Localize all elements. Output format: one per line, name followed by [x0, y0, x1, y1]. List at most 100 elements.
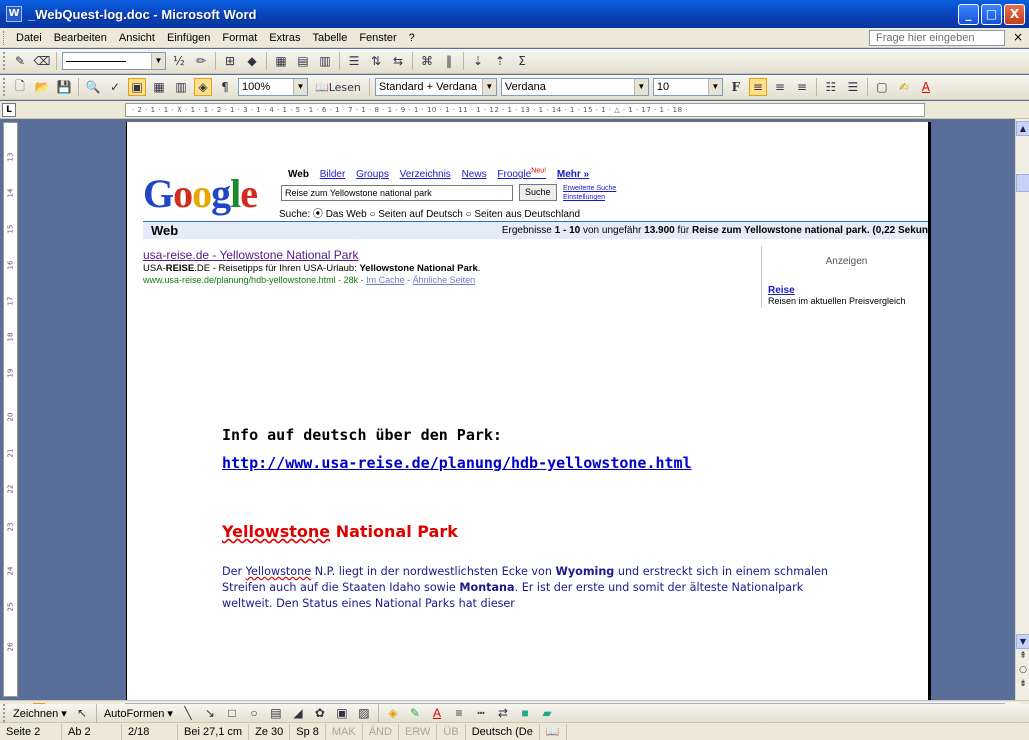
draw-table-icon[interactable]: ✎ [11, 52, 29, 70]
read-button[interactable]: 📖 Lesen [312, 78, 364, 96]
status-erw[interactable]: ERW [399, 723, 438, 740]
line-style-combo[interactable]: ▼ [62, 52, 166, 70]
line-icon[interactable]: ╲ [179, 704, 197, 722]
menu-datei[interactable]: Datei [10, 32, 48, 44]
scroll-thumb[interactable] [1016, 174, 1029, 192]
minimize-button[interactable]: _ [958, 4, 979, 25]
help-search-input[interactable]: Frage hier eingeben [869, 30, 1005, 46]
draw-menu[interactable]: Zeichnen ▾ [9, 707, 71, 720]
line-style-icon[interactable]: ≡ [450, 704, 468, 722]
sort-desc-icon[interactable]: ⇡ [491, 52, 509, 70]
line-weight-button[interactable]: ½ [170, 52, 188, 70]
menu-einfuegen[interactable]: Einfügen [161, 32, 216, 44]
select-objects-icon[interactable]: ↖ [73, 704, 91, 722]
text-direction-icon[interactable]: ‖ [440, 52, 458, 70]
line-color-icon[interactable]: ✎ [406, 704, 424, 722]
status-mak[interactable]: MAK [326, 723, 363, 740]
columns-icon[interactable]: ▥ [172, 78, 190, 96]
distribute-rows-icon[interactable]: ⇅ [367, 52, 385, 70]
shading-icon[interactable]: ◆ [243, 52, 261, 70]
insert-table-std-icon[interactable]: ▦ [150, 78, 168, 96]
menu-format[interactable]: Format [216, 32, 263, 44]
doc-close-icon[interactable]: × [1013, 30, 1023, 44]
menu-tabelle[interactable]: Tabelle [306, 32, 353, 44]
align-left-icon[interactable]: ≡ [748, 78, 767, 96]
menu-extras[interactable]: Extras [263, 32, 306, 44]
toolbar-grip[interactable] [3, 52, 6, 70]
next-page-icon[interactable]: ⇟ [1016, 679, 1029, 693]
show-formatting-icon[interactable]: ¶ [216, 78, 234, 96]
close-button[interactable]: X [1004, 4, 1025, 25]
tab-selector[interactable]: L [2, 103, 16, 117]
arrow-style-icon[interactable]: ⇄ [494, 704, 512, 722]
open-folder-icon[interactable]: 📂 [33, 78, 51, 96]
menu-fenster[interactable]: Fenster [353, 32, 402, 44]
menu-ansicht[interactable]: Ansicht [113, 32, 161, 44]
menu-help[interactable]: ? [403, 32, 421, 44]
yellowstone-link[interactable]: http://www.usa-reise.de/planung/hdb-yell… [222, 454, 692, 472]
prev-page-icon[interactable]: ⇞ [1016, 651, 1029, 665]
outside-border-icon[interactable]: ▢ [873, 78, 891, 96]
oval-icon[interactable]: ○ [245, 704, 263, 722]
autoformat-icon[interactable]: ⌘ [418, 52, 436, 70]
menu-grip[interactable] [3, 30, 6, 45]
print-preview-icon[interactable]: 🔍 [84, 78, 102, 96]
status-language[interactable]: Deutsch (De [466, 723, 540, 740]
distribute-cols-icon[interactable]: ⇆ [389, 52, 407, 70]
textbox-icon[interactable]: ▤ [267, 704, 285, 722]
align-icon[interactable]: ☰ [345, 52, 363, 70]
border-color-icon[interactable]: ✏ [192, 52, 210, 70]
scroll-up-icon[interactable]: ▲ [1016, 121, 1029, 136]
spelling-icon[interactable]: ✓ [106, 78, 124, 96]
toolbar-grip[interactable] [3, 78, 6, 96]
fill-color-icon[interactable]: ◈ [384, 704, 402, 722]
save-icon[interactable]: 💾 [55, 78, 73, 96]
google-screenshot-image[interactable]: Google Web Bilder Groups Verzeichnis New… [133, 158, 930, 308]
browse-object-icon[interactable]: ○ [1016, 665, 1029, 679]
autosum-icon[interactable]: Σ [513, 52, 531, 70]
align-center-icon[interactable]: ≡ [771, 78, 789, 96]
body-paragraph[interactable]: Der Yellowstone N.P. liegt in der nordwe… [222, 564, 842, 612]
word-app-icon[interactable]: W [6, 6, 22, 22]
insert-table-icon[interactable]: ▦ [272, 52, 290, 70]
spelling-status-icon[interactable]: 📖 [540, 723, 567, 740]
style-combo[interactable]: Standard + Verdana ▼ [374, 78, 497, 96]
bullets-icon[interactable]: ☰ [844, 78, 862, 96]
align-right-icon[interactable]: ≡ [793, 78, 811, 96]
new-doc-icon[interactable]: 🗋 [11, 78, 29, 96]
font-color-draw-icon[interactable]: A [428, 704, 446, 722]
font-combo[interactable]: Verdana ▼ [500, 78, 649, 96]
document-page[interactable]: Google Web Bilder Groups Verzeichnis New… [126, 122, 930, 700]
document-workspace[interactable]: Google Web Bilder Groups Verzeichnis New… [20, 122, 1015, 700]
shadow-icon[interactable]: ■ [516, 704, 534, 722]
bold-button[interactable]: F [727, 78, 745, 96]
autoshapes-menu[interactable]: AutoFormen ▾ [100, 707, 177, 720]
arrow-icon[interactable]: ↘ [201, 704, 219, 722]
zoom-combo[interactable]: 100% ▼ [238, 78, 308, 96]
tables-borders-icon[interactable]: ▣ [128, 78, 146, 96]
split-cells-icon[interactable]: ▥ [316, 52, 334, 70]
3d-icon[interactable]: ▰ [538, 704, 556, 722]
maximize-button[interactable]: □ [981, 4, 1002, 25]
eraser-icon[interactable]: ⌫ [33, 52, 51, 70]
borders-icon[interactable]: ⊞ [221, 52, 239, 70]
wordart-icon[interactable]: ◢ [289, 704, 307, 722]
menu-bearbeiten[interactable]: Bearbeiten [48, 32, 113, 44]
horizontal-ruler[interactable]: · 2 · 1 · 1 · ⊼ · 1 · 1 · 2 · 1 · 3 · 1 … [125, 103, 925, 117]
dash-style-icon[interactable]: ┅ [472, 704, 490, 722]
picture-icon[interactable]: ▨ [355, 704, 373, 722]
font-size-combo[interactable]: 10 ▼ [652, 78, 723, 96]
sort-asc-icon[interactable]: ⇣ [469, 52, 487, 70]
vertical-scrollbar[interactable]: ▲ ▼ ⇞ ○ ⇟ [1015, 119, 1029, 700]
vertical-ruler[interactable]: 13 14 15 16 17 18 19 20 21 22 23 24 25 2… [3, 122, 18, 697]
status-ub[interactable]: ÜB [437, 723, 466, 740]
drawing-icon[interactable]: ◈ [194, 78, 212, 96]
scroll-down-icon[interactable]: ▼ [1016, 634, 1029, 649]
merge-cells-icon[interactable]: ▤ [294, 52, 312, 70]
rectangle-icon[interactable]: □ [223, 704, 241, 722]
clipart-icon[interactable]: ▣ [333, 704, 351, 722]
toolbar-grip[interactable] [3, 704, 6, 722]
diagram-icon[interactable]: ✿ [311, 704, 329, 722]
status-and[interactable]: ÄND [363, 723, 399, 740]
font-color-icon[interactable]: A [917, 78, 935, 96]
